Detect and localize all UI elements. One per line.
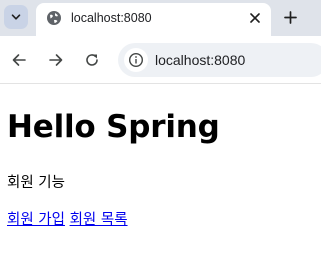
page-content: Hello Spring 회원 기능 회원 가입 회원 목록 (0, 85, 321, 254)
tab-close-button[interactable] (246, 9, 264, 27)
forward-arrow-icon (49, 54, 63, 66)
page-heading: Hello Spring (7, 109, 220, 145)
plus-icon (283, 10, 297, 24)
forward-button[interactable] (46, 50, 66, 70)
member-list-link[interactable]: 회원 목록 (70, 212, 128, 228)
new-tab-button[interactable] (279, 6, 301, 28)
tab-strip: localhost:8080 (0, 0, 321, 36)
site-info-button[interactable] (124, 48, 148, 72)
close-icon (250, 13, 260, 23)
active-tab[interactable]: localhost:8080 (36, 3, 271, 36)
reload-icon (86, 54, 98, 66)
chevron-down-icon (11, 14, 21, 20)
tab-search-button[interactable] (4, 5, 28, 29)
info-icon (128, 52, 144, 68)
tab-title: localhost:8080 (71, 11, 152, 25)
member-links: 회원 가입 회원 목록 (7, 208, 128, 229)
member-join-link[interactable]: 회원 가입 (7, 212, 65, 228)
back-button[interactable] (9, 50, 29, 70)
address-bar[interactable]: localhost:8080 (118, 43, 321, 77)
reload-button[interactable] (82, 50, 102, 70)
globe-icon (47, 11, 61, 25)
back-arrow-icon (12, 54, 26, 66)
url-text: localhost:8080 (155, 52, 246, 68)
browser-toolbar: localhost:8080 (0, 36, 321, 84)
section-subtitle: 회원 기능 (7, 175, 65, 191)
